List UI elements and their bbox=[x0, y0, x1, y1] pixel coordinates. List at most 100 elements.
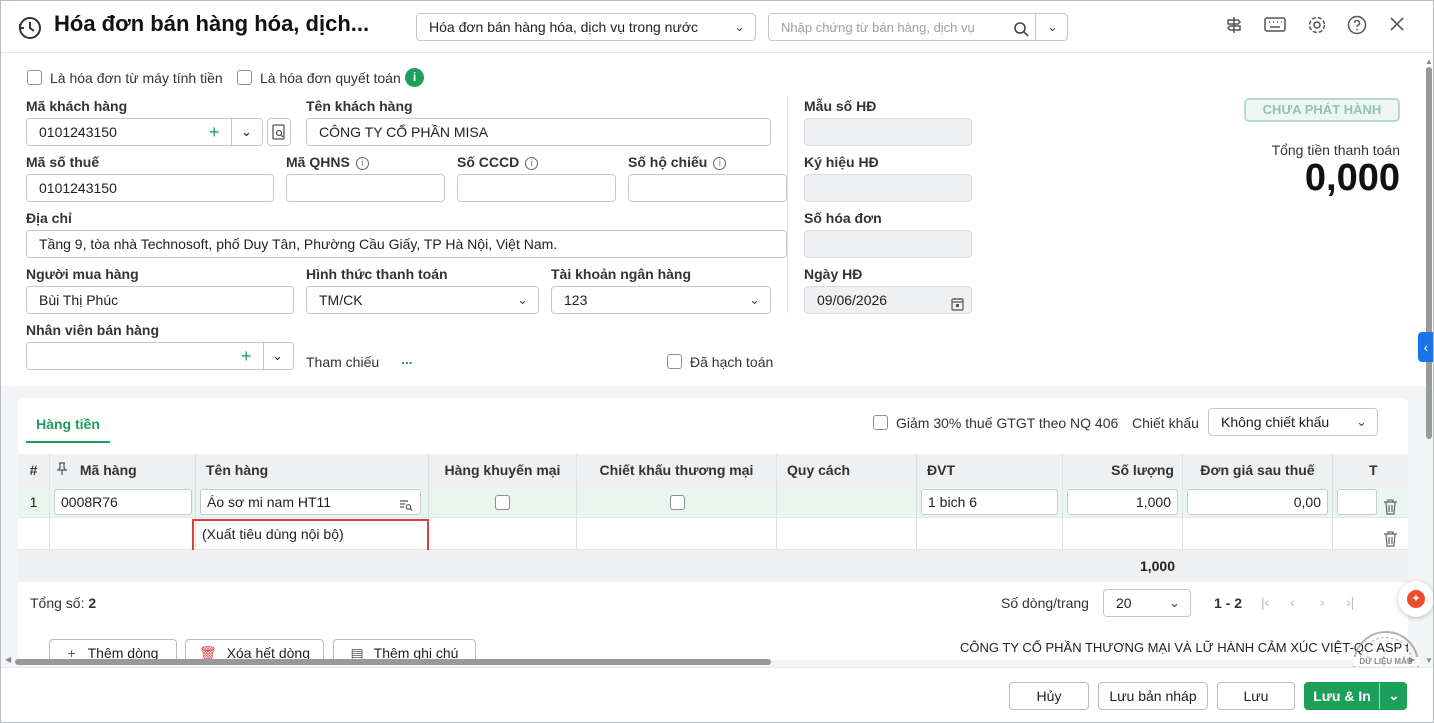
col-trade-discount[interactable]: Chiết khấu thương mại bbox=[577, 454, 777, 486]
trade-discount-checkbox[interactable] bbox=[670, 495, 685, 510]
add-icon[interactable]: + bbox=[209, 119, 220, 145]
scroll-left-icon[interactable]: ◀ bbox=[5, 655, 11, 664]
close-icon[interactable] bbox=[1385, 15, 1409, 39]
t-input[interactable] bbox=[1337, 489, 1377, 515]
passport-field[interactable] bbox=[628, 174, 787, 202]
delete-all-button[interactable]: 🗑 Xóa hết dòng bbox=[185, 639, 324, 660]
cell-spec[interactable] bbox=[777, 518, 917, 550]
item-code-input[interactable]: 0008R76 bbox=[54, 489, 192, 515]
cell-price[interactable] bbox=[1183, 518, 1333, 550]
keyboard-icon[interactable] bbox=[1263, 15, 1287, 39]
qhns-field[interactable] bbox=[286, 174, 445, 202]
gear-icon[interactable] bbox=[1305, 15, 1329, 39]
invoice-date-field[interactable]: 09/06/2026 bbox=[804, 286, 972, 314]
cell-t[interactable] bbox=[1333, 518, 1408, 550]
chevron-down-icon[interactable]: ⌄ bbox=[1047, 14, 1058, 40]
cell-trade-discount[interactable] bbox=[577, 518, 777, 550]
bank-select[interactable]: 123 ⌄ bbox=[551, 286, 771, 314]
prev-page-icon[interactable]: ‹ bbox=[1290, 594, 1295, 610]
trash-icon[interactable] bbox=[1383, 526, 1398, 549]
tab-hang-tien[interactable]: Hàng tiền bbox=[26, 416, 110, 443]
cash-register-checkbox[interactable] bbox=[27, 70, 42, 85]
customer-code-field[interactable]: 0101243150 + ⌄ bbox=[26, 118, 263, 146]
invoice-type-select[interactable]: Hóa đơn bán hàng hóa, dịch vụ trong nước… bbox=[416, 13, 756, 41]
address-field[interactable]: Tầng 9, tòa nhà Technosoft, phố Duy Tân,… bbox=[26, 230, 787, 258]
col-spec[interactable]: Quy cách bbox=[777, 454, 917, 486]
cell-price[interactable]: 0,00 bbox=[1183, 486, 1333, 518]
price-input[interactable]: 0,00 bbox=[1187, 489, 1328, 515]
item-name-input[interactable]: Áo sơ mi nam HT11 bbox=[200, 489, 421, 515]
cell-trade-discount[interactable] bbox=[577, 486, 777, 518]
next-page-icon[interactable]: › bbox=[1320, 594, 1325, 610]
customer-name-field[interactable]: CÔNG TY CỔ PHẦN MISA bbox=[306, 118, 771, 146]
col-promo[interactable]: Hàng khuyến mại bbox=[429, 454, 577, 486]
vertical-scroll-thumb[interactable] bbox=[1426, 67, 1432, 439]
cell-qty[interactable]: 1,000 bbox=[1063, 486, 1183, 518]
cell-t[interactable] bbox=[1333, 486, 1408, 518]
horizontal-scrollbar[interactable]: ◀ ▶ bbox=[5, 655, 1415, 666]
cell-item-name[interactable]: Áo sơ mi nam HT11 bbox=[196, 486, 429, 518]
scroll-right-icon[interactable]: ▶ bbox=[1409, 655, 1415, 664]
customer-lookup-button[interactable] bbox=[267, 118, 291, 146]
col-item-name[interactable]: Tên hàng bbox=[196, 454, 429, 486]
col-unit[interactable]: ĐVT bbox=[917, 454, 1063, 486]
assistant-button[interactable]: ✦ bbox=[1398, 581, 1433, 617]
scroll-up-icon[interactable]: ▲ bbox=[1425, 57, 1433, 66]
discount-select[interactable]: Không chiết khấu ⌄ bbox=[1208, 408, 1378, 436]
buyer-field[interactable]: Bùi Thị Phúc bbox=[26, 286, 294, 314]
save-button[interactable]: Lưu bbox=[1217, 682, 1295, 710]
unit-input[interactable]: 1 bich 6 bbox=[921, 489, 1058, 515]
chevron-down-icon[interactable]: ⌄ bbox=[1381, 683, 1407, 709]
scroll-down-icon[interactable]: ▼ bbox=[1425, 656, 1433, 665]
col-t[interactable]: T bbox=[1333, 454, 1408, 486]
save-print-button[interactable]: Lưu & In ⌄ bbox=[1304, 682, 1407, 710]
cell-spec[interactable] bbox=[777, 486, 917, 518]
info-icon[interactable]: i bbox=[525, 157, 539, 170]
sales-staff-field[interactable]: + ⌄ bbox=[26, 342, 294, 370]
add-icon[interactable]: + bbox=[241, 343, 252, 369]
side-panel-toggle[interactable]: ‹ bbox=[1418, 332, 1433, 362]
col-qty[interactable]: Số lượng bbox=[1063, 454, 1183, 486]
info-icon[interactable]: i bbox=[405, 68, 424, 87]
vat-reduction-checkbox[interactable] bbox=[873, 415, 888, 430]
rows-per-page-select[interactable]: 20 ⌄ bbox=[1103, 589, 1191, 617]
chevron-down-icon[interactable]: ⌄ bbox=[272, 343, 283, 369]
first-page-icon[interactable]: |‹ bbox=[1261, 594, 1269, 610]
calendar-icon[interactable] bbox=[951, 293, 964, 313]
cell-item-code[interactable]: 0008R76 bbox=[50, 486, 196, 518]
cell-unit[interactable] bbox=[917, 518, 1063, 550]
col-price[interactable]: Đơn giá sau thuế bbox=[1183, 454, 1333, 486]
search-box[interactable]: Nhập chứng từ bán hàng, dịch vụ ⌄ bbox=[768, 13, 1068, 41]
search-input[interactable]: Nhập chứng từ bán hàng, dịch vụ bbox=[781, 20, 975, 35]
cell-promo[interactable] bbox=[429, 486, 577, 518]
last-page-icon[interactable]: ›| bbox=[1346, 594, 1354, 610]
reference-more-link[interactable]: ... bbox=[401, 351, 413, 367]
help-icon[interactable] bbox=[1345, 15, 1369, 39]
search-icon[interactable] bbox=[1013, 19, 1029, 40]
cell-unit[interactable]: 1 bich 6 bbox=[917, 486, 1063, 518]
signpost-icon[interactable] bbox=[1222, 15, 1246, 39]
cell-item-code[interactable] bbox=[50, 518, 196, 550]
posted-checkbox[interactable] bbox=[667, 354, 682, 369]
cell-qty[interactable] bbox=[1063, 518, 1183, 550]
trash-icon[interactable] bbox=[1383, 494, 1398, 517]
info-icon[interactable]: i bbox=[713, 157, 727, 170]
add-row-button[interactable]: + Thêm dòng bbox=[49, 639, 177, 660]
list-search-icon[interactable] bbox=[399, 495, 413, 514]
promo-checkbox[interactable] bbox=[495, 495, 510, 510]
history-icon[interactable] bbox=[17, 15, 43, 41]
add-note-button[interactable]: ▤ Thêm ghi chú bbox=[333, 639, 476, 660]
cancel-button[interactable]: Hủy bbox=[1009, 682, 1089, 710]
save-draft-button[interactable]: Lưu bản nháp bbox=[1098, 682, 1208, 710]
col-item-code[interactable]: Mã hàng bbox=[50, 454, 196, 486]
qty-input[interactable]: 1,000 bbox=[1067, 489, 1178, 515]
chevron-down-icon[interactable]: ⌄ bbox=[241, 119, 252, 145]
settlement-checkbox[interactable] bbox=[237, 70, 252, 85]
cccd-field[interactable] bbox=[457, 174, 616, 202]
tax-code-field[interactable]: 0101243150 bbox=[26, 174, 274, 202]
info-icon[interactable]: i bbox=[355, 157, 369, 170]
horizontal-scroll-thumb[interactable] bbox=[15, 659, 771, 665]
pin-icon[interactable] bbox=[56, 462, 72, 478]
payment-select[interactable]: TM/CK ⌄ bbox=[306, 286, 539, 314]
cell-promo[interactable] bbox=[429, 518, 577, 550]
